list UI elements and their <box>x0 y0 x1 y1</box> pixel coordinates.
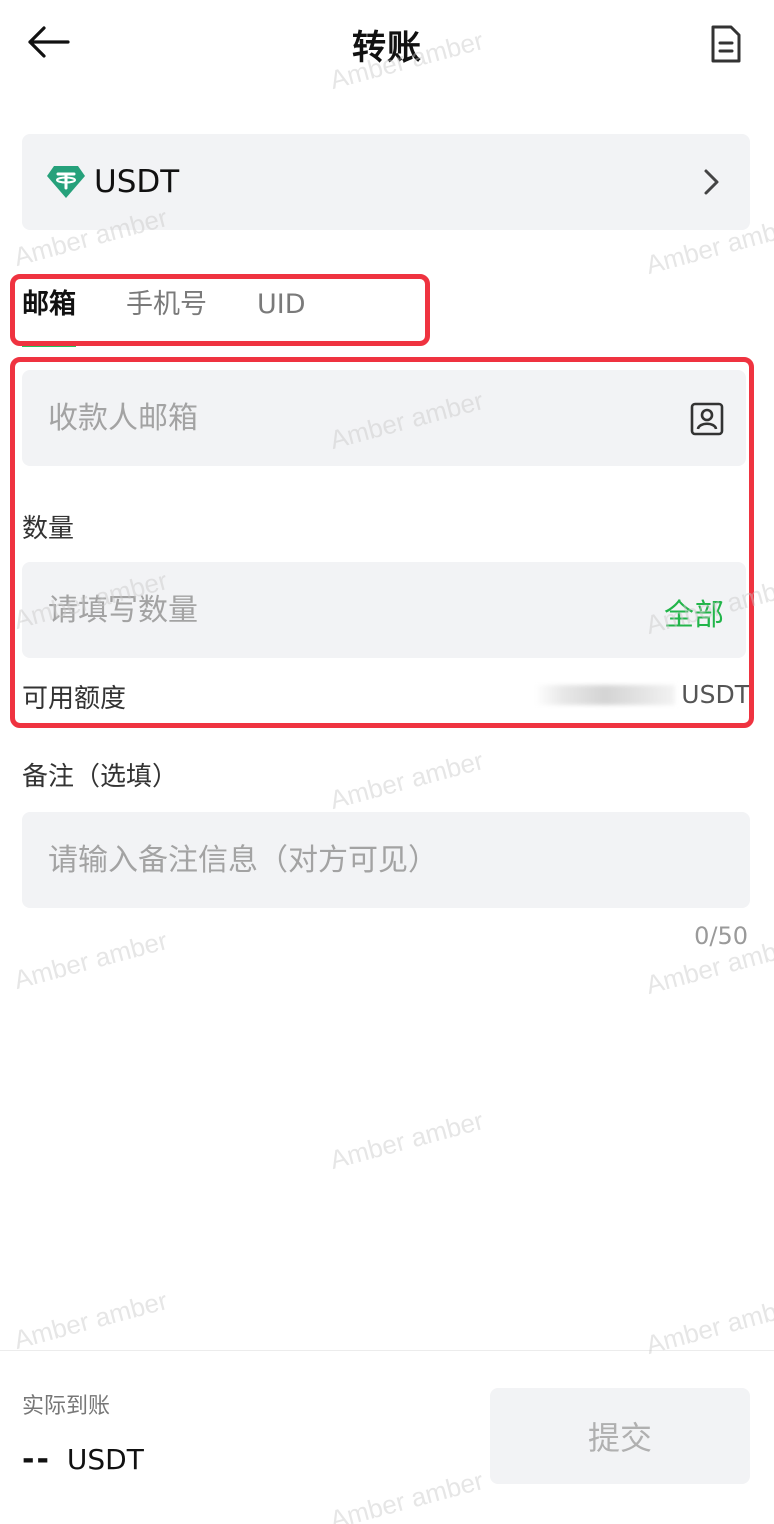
blurred-balance <box>535 684 676 705</box>
max-amount-button[interactable]: 全部 <box>664 590 724 634</box>
active-tab-indicator <box>22 341 76 347</box>
page-title: 转账 <box>352 28 422 68</box>
document-icon <box>711 25 741 63</box>
transfer-record-button[interactable] <box>704 20 748 68</box>
chevron-right-icon <box>700 164 724 200</box>
tab-email[interactable]: 邮箱 <box>22 285 76 347</box>
note-field <box>22 812 750 908</box>
tether-icon <box>46 162 86 202</box>
available-balance-value: USDT <box>535 680 750 709</box>
submit-button[interactable]: 提交 <box>490 1388 750 1484</box>
coin-name: USDT <box>94 164 180 200</box>
quantity-label: 数量 <box>22 514 75 544</box>
recipient-type-tabs: 邮箱 手机号 UID <box>22 285 356 347</box>
actual-received-amount: -- <box>22 1442 51 1477</box>
available-balance-label: 可用额度 <box>22 684 127 714</box>
watermark: Amber amber <box>10 925 171 995</box>
actual-received-label: 实际到账 <box>22 1394 111 1419</box>
available-balance-unit: USDT <box>681 680 750 709</box>
actual-received-value: -- USDT <box>22 1442 144 1477</box>
footer-divider <box>0 1350 774 1351</box>
watermark: Amber amber <box>326 1105 487 1175</box>
tab-phone[interactable]: 手机号 <box>126 285 207 335</box>
contact-card-icon[interactable] <box>690 402 724 436</box>
recipient-field <box>22 370 746 466</box>
watermark: Amber amber <box>326 1465 487 1524</box>
tab-phone-label: 手机号 <box>126 289 207 320</box>
recipient-email-input[interactable] <box>48 400 608 436</box>
watermark: Amber amber <box>326 745 487 815</box>
header: 转账 <box>0 0 774 90</box>
watermark: Amber amber <box>10 1285 171 1355</box>
note-input[interactable] <box>48 842 728 878</box>
tab-email-label: 邮箱 <box>22 289 76 320</box>
quantity-field: 全部 <box>22 562 746 658</box>
tab-uid-label: UID <box>257 289 306 320</box>
actual-received-unit: USDT <box>66 1443 144 1476</box>
available-balance-row: 可用额度 USDT <box>22 676 750 716</box>
coin-selector[interactable]: USDT <box>22 134 750 230</box>
quantity-input[interactable] <box>48 592 608 628</box>
note-label: 备注（选填） <box>22 762 179 792</box>
note-char-counter: 0/50 <box>694 922 748 950</box>
tab-uid[interactable]: UID <box>257 285 306 335</box>
